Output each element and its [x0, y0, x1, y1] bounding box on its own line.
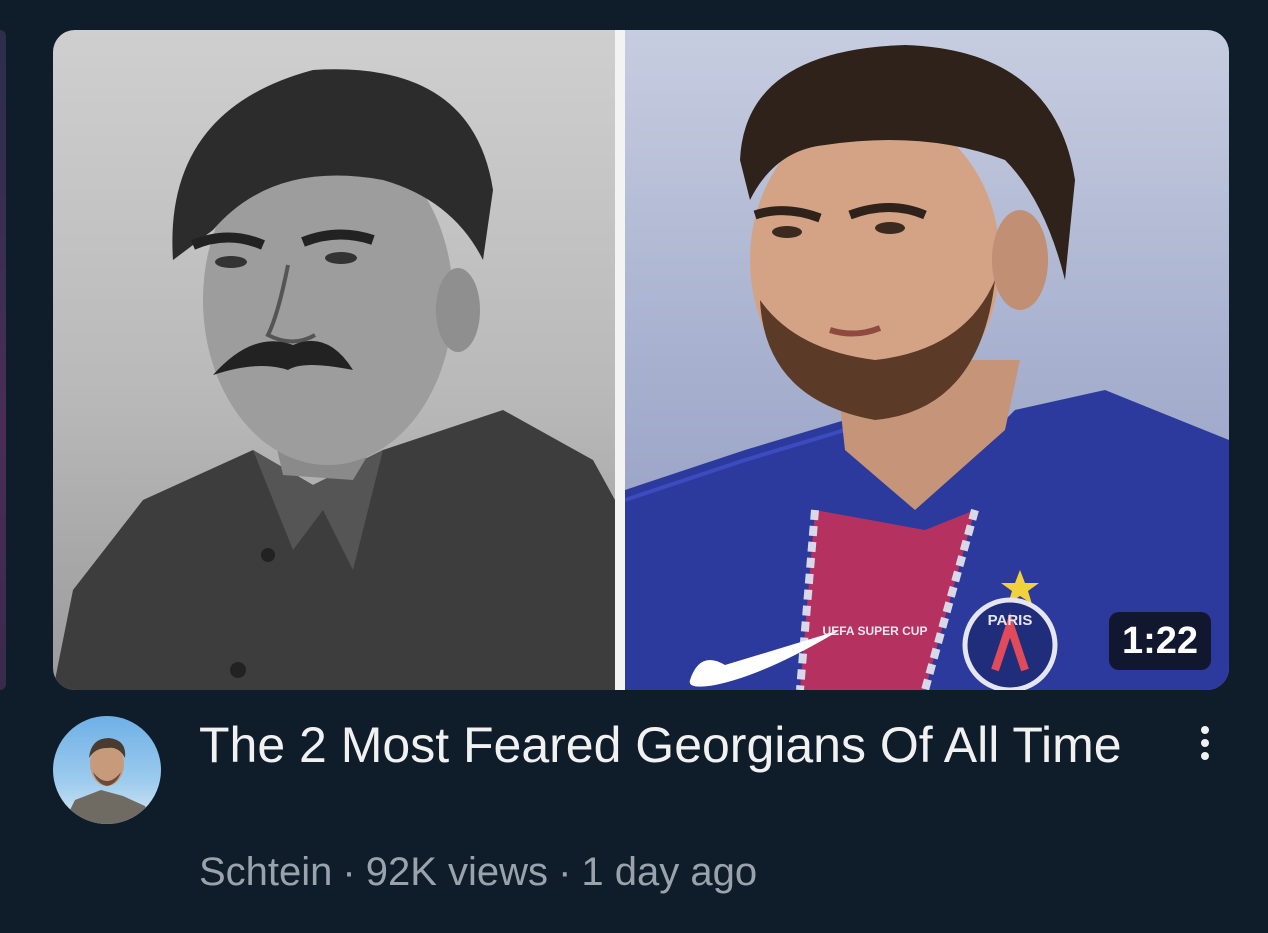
more-vertical-icon [1201, 752, 1209, 760]
jersey-patch-text: UEFA SUPER CUP [823, 624, 928, 638]
more-options-button[interactable] [1186, 718, 1224, 768]
jersey-badge-text: PARIS [988, 612, 1033, 629]
previous-video-card-edge[interactable] [0, 30, 6, 690]
video-metadata: Schtein · 92K views · 1 day ago [199, 848, 757, 896]
avatar-person-icon [63, 738, 153, 824]
video-duration-badge: 1:22 [1108, 612, 1211, 670]
upload-age: 1 day ago [581, 850, 758, 894]
video-thumbnail[interactable]: PARIS UEFA SUPER CUP 1:22 [53, 30, 1229, 690]
metadata-separator: · [558, 850, 572, 894]
thumbnail-left-photo [53, 30, 615, 690]
thumbnail-divider [615, 30, 625, 690]
thumbnail-right-photo: PARIS UEFA SUPER CUP [625, 30, 1229, 690]
channel-name[interactable]: Schtein [199, 850, 332, 894]
bw-portrait-illustration [53, 69, 615, 690]
channel-avatar[interactable] [53, 716, 161, 824]
more-vertical-icon [1201, 739, 1209, 747]
metadata-separator: · [342, 850, 356, 894]
video-title[interactable]: The 2 Most Feared Georgians Of All Time [199, 714, 1129, 776]
more-vertical-icon [1201, 726, 1209, 734]
view-count: 92K views [365, 850, 549, 894]
footballer-portrait-illustration: PARIS UEFA SUPER CUP [625, 45, 1229, 690]
